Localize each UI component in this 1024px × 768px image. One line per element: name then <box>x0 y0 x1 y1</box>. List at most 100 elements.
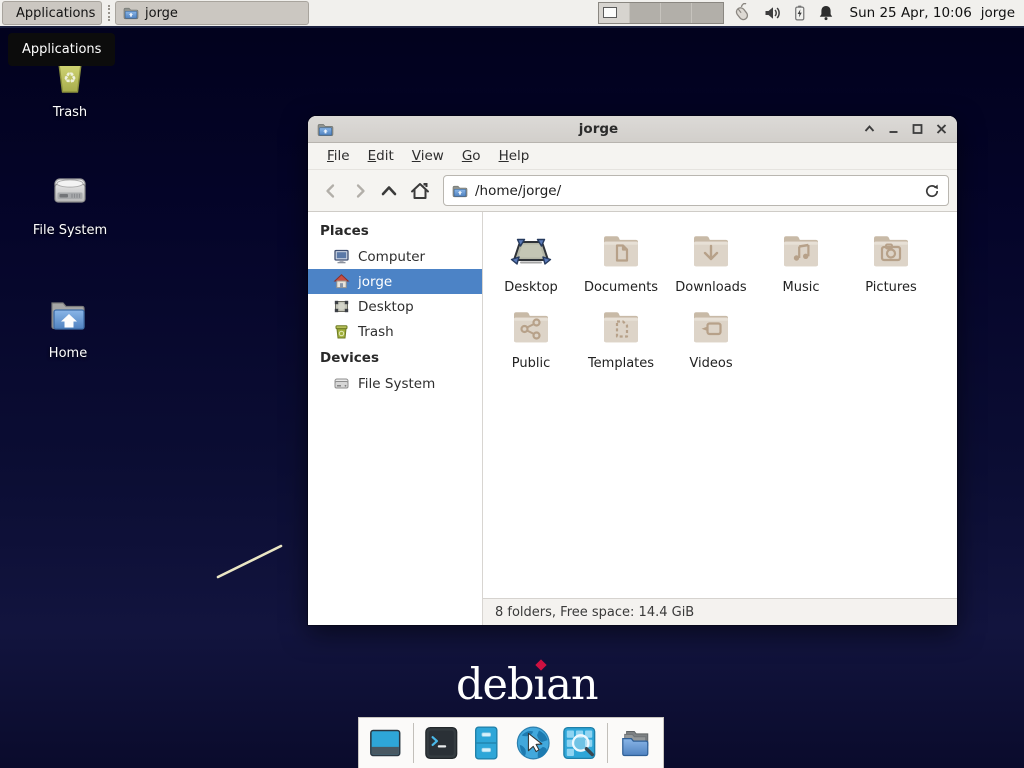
folder-item-downloads[interactable]: Downloads <box>666 227 756 295</box>
menu-view[interactable]: View <box>403 145 453 167</box>
folder-item-videos[interactable]: Videos <box>666 303 756 371</box>
home-button[interactable] <box>405 175 434 206</box>
desktop-icon-label: File System <box>22 223 118 238</box>
templates-folder-icon <box>597 303 645 351</box>
workspace-3[interactable] <box>661 3 692 23</box>
folder-item-templates[interactable]: Templates <box>576 303 666 371</box>
toolbar: /home/jorge/ <box>308 169 957 212</box>
taskbar-window-label: jorge <box>145 6 178 21</box>
mouse-icon[interactable] <box>732 3 754 23</box>
sidebar-item-trash[interactable]: Trash <box>308 319 482 344</box>
file-manager-icon[interactable] <box>468 724 505 762</box>
file-list[interactable]: Desktop Documents Downloads <box>483 212 957 598</box>
back-icon <box>322 182 340 200</box>
home-icon <box>333 273 350 290</box>
folder-item-public[interactable]: Public <box>486 303 576 371</box>
shade-button[interactable] <box>863 123 876 135</box>
videos-folder-icon <box>687 303 735 351</box>
applications-menu-button[interactable]: Applications <box>2 1 102 25</box>
application-finder-icon[interactable] <box>561 724 598 762</box>
home-icon <box>409 181 431 201</box>
clock[interactable]: Sun 25 Apr, 10:06 <box>843 0 979 26</box>
window-folder-icon <box>317 121 334 138</box>
desktop-pad-icon <box>507 227 555 275</box>
minimize-button[interactable] <box>887 123 900 135</box>
desktop[interactable]: { "colors": { "selection_blue": "#4c83c6… <box>0 0 1024 768</box>
folder-label: Downloads <box>666 280 756 295</box>
sidebar-item-label: Computer <box>358 249 425 265</box>
applications-menu-label: Applications <box>16 6 95 21</box>
close-button[interactable] <box>935 123 948 135</box>
sidebar-item-label: Desktop <box>358 299 414 315</box>
drive-icon <box>333 375 350 392</box>
pictures-folder-icon <box>867 227 915 275</box>
up-icon <box>379 182 399 200</box>
debian-logo: debıan <box>456 660 598 710</box>
sidebar-header-devices: Devices <box>308 344 482 371</box>
desktop-icon-home[interactable]: Home <box>20 291 116 361</box>
statusbar: 8 folders, Free space: 14.4 GiB <box>483 598 957 625</box>
session-username[interactable]: jorge <box>979 0 1024 26</box>
folder-icon <box>123 5 139 21</box>
home-folder-icon <box>43 291 93 339</box>
desktop-icon-file-system[interactable]: File System <box>22 168 118 238</box>
location-bar[interactable]: /home/jorge/ <box>443 175 949 206</box>
reload-button[interactable] <box>924 183 940 199</box>
folder-item-pictures[interactable]: Pictures <box>846 227 936 295</box>
folder-label: Desktop <box>486 280 576 295</box>
folder-item-documents[interactable]: Documents <box>576 227 666 295</box>
music-folder-icon <box>777 227 825 275</box>
workspace-1[interactable] <box>599 3 630 23</box>
sidebar-item-desktop[interactable]: Desktop <box>308 294 482 319</box>
folder-label: Templates <box>576 356 666 371</box>
terminal-icon[interactable] <box>423 724 460 762</box>
back-button[interactable] <box>316 175 345 206</box>
sidebar-item-label: jorge <box>358 274 392 290</box>
folder-label: Public <box>486 356 576 371</box>
web-browser-icon[interactable] <box>514 723 552 763</box>
system-tray <box>724 0 843 26</box>
dock-panel <box>358 717 664 768</box>
file-manager-window: jorge File Edit View Go Help <box>308 116 957 625</box>
documents-folder-icon <box>597 227 645 275</box>
directory-menu-icon[interactable] <box>617 723 655 763</box>
taskbar-window-button[interactable]: jorge <box>115 1 309 25</box>
drive-icon <box>45 168 95 216</box>
sidebar-item-computer[interactable]: Computer <box>308 244 482 269</box>
notifications-bell-icon[interactable] <box>817 4 835 22</box>
workspace-4[interactable] <box>692 3 723 23</box>
trash-icon <box>333 323 350 340</box>
titlebar[interactable]: jorge <box>308 116 957 143</box>
menu-go[interactable]: Go <box>453 145 490 167</box>
sidebar-item-jorge[interactable]: jorge <box>308 269 482 294</box>
folder-item-music[interactable]: Music <box>756 227 846 295</box>
show-desktop-icon[interactable] <box>367 724 404 762</box>
folder-label: Videos <box>666 356 756 371</box>
location-path: /home/jorge/ <box>475 183 561 199</box>
battery-icon[interactable] <box>791 4 808 22</box>
location-folder-icon <box>452 183 468 199</box>
forward-button[interactable] <box>345 175 374 206</box>
menu-help[interactable]: Help <box>490 145 539 167</box>
status-text: 8 folders, Free space: 14.4 GiB <box>495 605 694 620</box>
panel-handle[interactable] <box>104 0 113 26</box>
sidebar-item-label: File System <box>358 376 435 392</box>
workspace-2[interactable] <box>630 3 661 23</box>
folder-item-desktop[interactable]: Desktop <box>486 227 576 295</box>
desktop-icon-label: Home <box>20 346 116 361</box>
sidebar-item-label: Trash <box>358 324 394 340</box>
menu-file[interactable]: File <box>318 145 359 167</box>
dock-separator <box>413 723 414 763</box>
panel-spacer <box>311 0 598 26</box>
dock-separator <box>607 723 608 763</box>
sidebar: Places Computer jorge <box>308 212 483 625</box>
top-panel: Applications jorge <box>0 0 1024 28</box>
desktop-icon <box>333 298 350 315</box>
computer-icon <box>333 248 350 265</box>
up-button[interactable] <box>374 175 403 206</box>
workspace-switcher[interactable] <box>598 2 724 24</box>
sidebar-item-file-system[interactable]: File System <box>308 371 482 396</box>
maximize-button[interactable] <box>911 123 924 135</box>
menu-edit[interactable]: Edit <box>359 145 403 167</box>
volume-icon[interactable] <box>763 4 782 22</box>
